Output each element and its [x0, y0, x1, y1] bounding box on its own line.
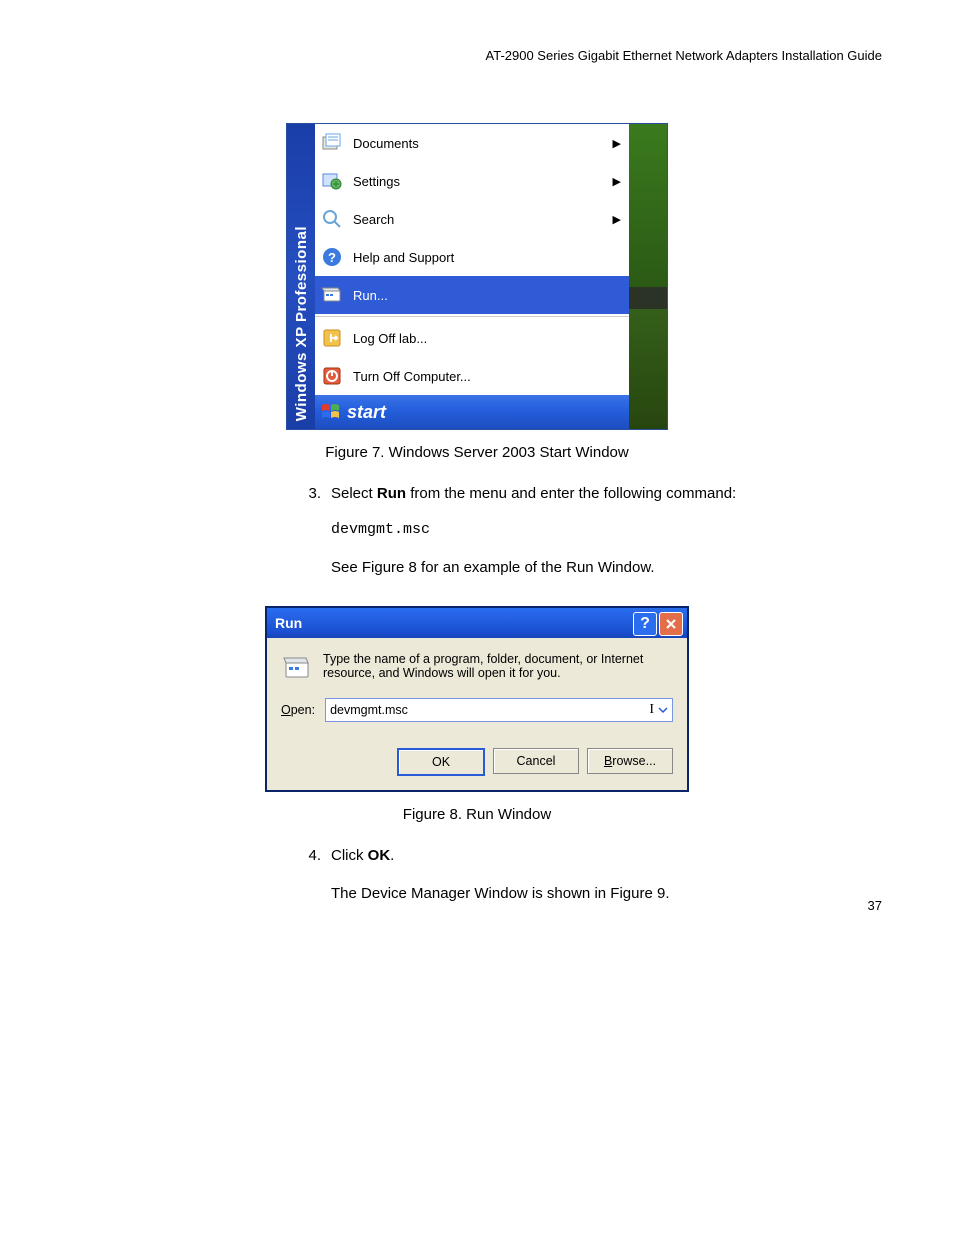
see-figure-8: See Figure 8 for an example of the Run W… — [331, 557, 882, 579]
menu-item-logoff[interactable]: Log Off lab... — [315, 319, 629, 357]
figure-8: Run ? Type the name of a program, folder… — [72, 606, 882, 792]
combobox-value: devmgmt.msc — [326, 703, 589, 717]
submenu-arrow-icon: ▶ — [613, 175, 621, 188]
menu-label: Log Off lab... — [353, 331, 621, 346]
logoff-icon — [319, 325, 345, 351]
turnoff-icon — [319, 363, 345, 389]
step-text: from the menu and enter the following co… — [406, 485, 736, 502]
command-text: devmgmt.msc — [331, 519, 882, 541]
menu-label: Turn Off Computer... — [353, 369, 621, 384]
step-text: Select — [331, 485, 377, 502]
step-4: 4. Click OK. — [297, 845, 882, 867]
start-menu: Windows XP Professional Documents ▶ — [286, 123, 668, 430]
run-description: Type the name of a program, folder, docu… — [323, 652, 673, 680]
step-bold: OK — [368, 847, 391, 864]
titlebar-help-button[interactable]: ? — [633, 612, 657, 636]
chevron-down-icon[interactable] — [654, 699, 672, 721]
menu-label: Documents — [353, 136, 605, 151]
step-bold: Run — [377, 485, 406, 502]
step-number: 4. — [297, 845, 321, 867]
step-number: 3. — [297, 483, 321, 505]
menu-item-turnoff[interactable]: Turn Off Computer... — [315, 357, 629, 395]
step-text: . — [390, 847, 394, 864]
submenu-arrow-icon: ▶ — [613, 137, 621, 150]
run-dialog-title: Run — [275, 615, 302, 631]
run-dialog: Run ? Type the name of a program, folder… — [265, 606, 689, 792]
start-button-label: start — [347, 402, 386, 423]
page-header: AT-2900 Series Gigabit Ethernet Network … — [72, 48, 882, 63]
start-menu-list: Documents ▶ Settings ▶ — [315, 124, 629, 395]
documents-icon — [319, 130, 345, 156]
figure-7: Windows XP Professional Documents ▶ — [72, 123, 882, 430]
menu-label: Search — [353, 212, 605, 227]
run-icon — [319, 282, 345, 308]
menu-label: Run... — [353, 288, 621, 303]
menu-item-run[interactable]: Run... — [315, 276, 629, 314]
submenu-arrow-icon: ▶ — [613, 213, 621, 226]
windows-logo-icon — [321, 402, 341, 422]
svg-text:?: ? — [328, 250, 336, 265]
ok-button[interactable]: OK — [397, 748, 485, 776]
titlebar-close-button[interactable] — [659, 612, 683, 636]
figure-7-caption: Figure 7. Windows Server 2003 Start Wind… — [72, 444, 882, 461]
cancel-button[interactable]: Cancel — [493, 748, 579, 774]
browse-button[interactable]: Browse... — [587, 748, 673, 774]
menu-label: Settings — [353, 174, 605, 189]
search-icon — [319, 206, 345, 232]
page-number: 37 — [868, 898, 882, 913]
menu-item-settings[interactable]: Settings ▶ — [315, 162, 629, 200]
menu-item-help[interactable]: ? Help and Support — [315, 238, 629, 276]
settings-icon — [319, 168, 345, 194]
menu-item-search[interactable]: Search ▶ — [315, 200, 629, 238]
run-dialog-titlebar: Run ? — [267, 608, 687, 638]
sideband-text: Windows XP Professional — [293, 226, 310, 421]
start-menu-sideband: Windows XP Professional — [287, 124, 315, 429]
start-button-bar[interactable]: start — [315, 395, 629, 429]
menu-label: Help and Support — [353, 250, 621, 265]
run-icon — [281, 652, 313, 684]
help-icon: ? — [319, 244, 345, 270]
desktop-sliver — [629, 124, 667, 429]
device-manager-note: The Device Manager Window is shown in Fi… — [331, 883, 882, 905]
step-text: Click — [331, 847, 368, 864]
step-3: 3. Select Run from the menu and enter th… — [297, 483, 882, 505]
menu-separator — [315, 316, 629, 317]
open-label: Open: — [281, 703, 315, 717]
menu-item-documents[interactable]: Documents ▶ — [315, 124, 629, 162]
figure-8-caption: Figure 8. Run Window — [72, 806, 882, 823]
open-combobox[interactable]: devmgmt.msc I — [325, 698, 673, 722]
